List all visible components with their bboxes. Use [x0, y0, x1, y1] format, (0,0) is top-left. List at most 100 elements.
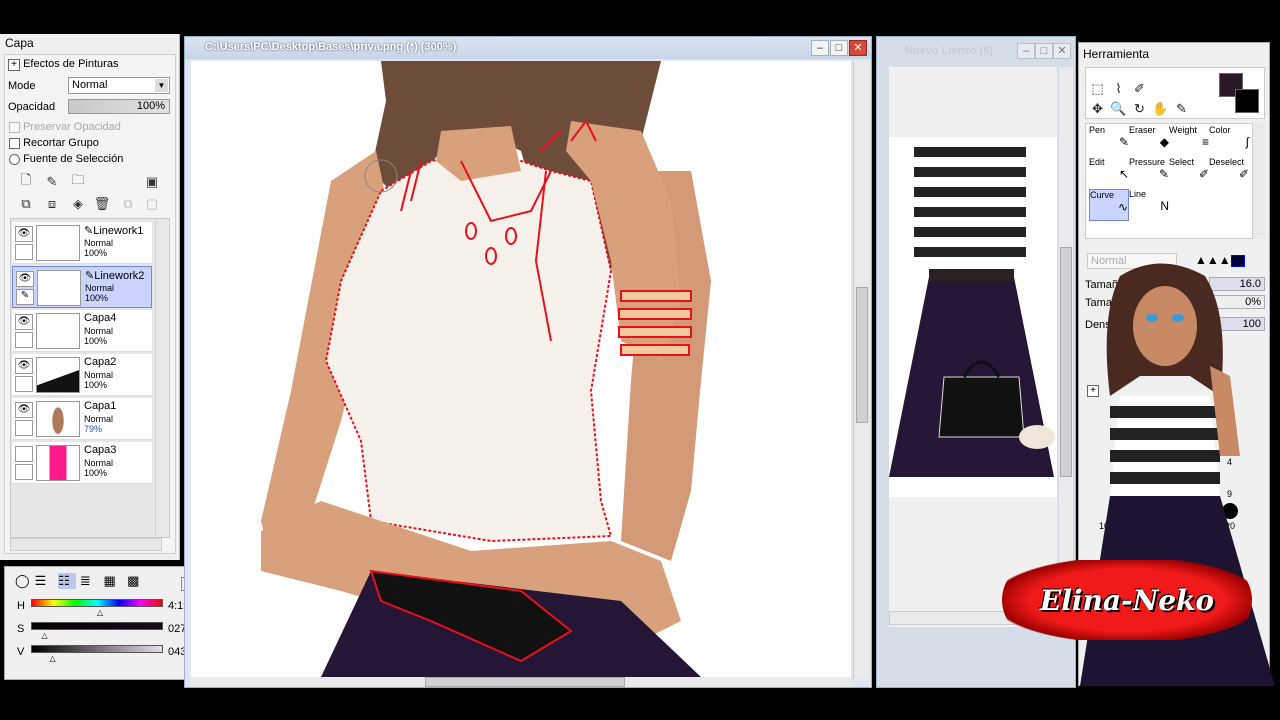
reference-image: [889, 137, 1057, 497]
value-slider[interactable]: [31, 645, 163, 653]
brush-select[interactable]: Select ✐: [1169, 157, 1209, 189]
brush-weight[interactable]: Weight ≡: [1169, 125, 1209, 157]
canvas-window: C:\Users\PC\Desktop\Bases\priya.png (*) …: [184, 36, 872, 688]
layer-item-selected[interactable]: 👁 ✎ ✎Linework2 Normal 100%: [12, 266, 152, 308]
merge-down-icon[interactable]: ⧈: [44, 196, 60, 212]
lock-toggle[interactable]: [15, 376, 33, 392]
layer-thumbnail: [37, 270, 81, 306]
eye-icon[interactable]: 👁: [15, 226, 33, 242]
maximize-button[interactable]: □: [830, 40, 848, 56]
layer-mode: Normal: [84, 370, 114, 380]
lasso-icon[interactable]: ⌇: [1108, 79, 1129, 99]
eye-icon[interactable]: 👁: [15, 358, 33, 374]
h-label: H: [17, 600, 25, 612]
layer-thumbnail: [36, 445, 80, 481]
eye-icon[interactable]: 👁: [16, 271, 34, 287]
brush-pressure[interactable]: Pressure ✎: [1129, 157, 1169, 189]
clip-group-checkbox[interactable]: Recortar Grupo: [9, 137, 99, 149]
delete-layer-icon[interactable]: 🗑: [94, 196, 111, 212]
move-icon[interactable]: ✥: [1087, 99, 1108, 119]
layer-list-scrollbar[interactable]: [155, 220, 169, 536]
layer-item[interactable]: 👁 ✎Linework1 Normal 100%: [12, 222, 152, 264]
eye-icon[interactable]: 👁: [15, 314, 33, 330]
saturation-slider[interactable]: [31, 622, 163, 630]
brush-curve[interactable]: Curve ∿: [1089, 189, 1129, 221]
color-wheel-icon[interactable]: ◯: [15, 573, 31, 589]
brush-pen[interactable]: Pen ✎: [1089, 125, 1129, 157]
eye-icon[interactable]: [15, 446, 33, 462]
value-marker[interactable]: △: [49, 654, 55, 663]
saturation-marker[interactable]: △: [42, 631, 48, 640]
rect-select-icon[interactable]: ⬚: [1087, 79, 1108, 99]
zoom-icon[interactable]: 🔍: [1108, 99, 1129, 119]
clear-layer-icon[interactable]: ◈: [70, 196, 86, 212]
tool-grid: ⬚ ⌇ ✐ ✥ 🔍 ↻ ✋ ✎: [1087, 73, 1207, 119]
canvas-vscroll[interactable]: [853, 61, 869, 679]
layer-name: Capa1: [84, 400, 117, 412]
scratchpad-icon[interactable]: ▩: [127, 573, 147, 589]
preserve-opacity-label: Preservar Opacidad: [23, 121, 121, 133]
new-layer-icon[interactable]: 🗋: [18, 172, 34, 190]
shoe: [1019, 425, 1055, 449]
layer-item[interactable]: 👁 Capa4 Normal 100%: [12, 310, 152, 352]
layer-thumbnail: [36, 357, 80, 393]
mask-apply-icon: ⧉: [123, 196, 133, 211]
lock-toggle[interactable]: [15, 420, 33, 436]
layer-item[interactable]: 👁 Capa1 Normal 79%: [12, 398, 152, 440]
lock-toggle[interactable]: [15, 332, 33, 348]
effects-expander[interactable]: + Efectos de Pinturas: [8, 58, 118, 71]
brush-line[interactable]: Line N: [1129, 189, 1169, 221]
new-folder-icon[interactable]: 🗀: [70, 172, 86, 190]
opacity-label: Opacidad: [8, 101, 56, 113]
bracelet: [620, 344, 690, 356]
rgb-sliders-icon[interactable]: ≣: [80, 573, 100, 589]
canvas-hscroll[interactable]: [191, 677, 851, 687]
layer-list-hscroll[interactable]: [10, 538, 162, 551]
swatches-icon[interactable]: ▦: [104, 573, 124, 589]
layer-name: Capa3: [84, 444, 117, 456]
bracelet: [618, 308, 692, 320]
new-linework-layer-icon[interactable]: ✎: [44, 174, 60, 190]
reference-vscroll[interactable]: [1059, 67, 1073, 627]
brush-icon[interactable]: ✎: [16, 289, 34, 305]
hsv-sliders-icon[interactable]: ☷: [58, 573, 77, 589]
hue-slider[interactable]: [31, 599, 163, 607]
preserve-opacity-checkbox[interactable]: Preservar Opacidad: [9, 121, 121, 133]
layer-item[interactable]: 👁 Capa2 Normal 100%: [12, 354, 152, 396]
tool-panel-vscroll[interactable]: [1253, 123, 1265, 239]
lock-toggle[interactable]: [15, 464, 33, 480]
color-panel: ◯ ☰ ☷ ≣ ▦ ▩ ▼ H 4:199 S 027 V 043 △ △ △: [4, 566, 204, 680]
lock-toggle[interactable]: [15, 244, 33, 260]
hand-icon[interactable]: ✋: [1150, 99, 1171, 119]
minimize-button[interactable]: –: [1017, 43, 1035, 59]
layer-mode: Normal: [84, 458, 114, 468]
close-button[interactable]: ✕: [1053, 43, 1071, 59]
opacity-slider[interactable]: 100%: [68, 99, 170, 114]
selection-source-radio[interactable]: Fuente de Selección: [9, 153, 123, 165]
maximize-button[interactable]: □: [1035, 43, 1053, 59]
brush-deselect[interactable]: Deselect ✐: [1209, 157, 1249, 189]
layer-mode: Normal: [84, 414, 114, 424]
eyedropper-icon[interactable]: ✎: [1171, 99, 1192, 119]
striped-top: [914, 142, 1026, 267]
canvas-title: C:\Users\PC\Desktop\Bases\priya.png (*) …: [205, 41, 457, 53]
magic-wand-icon[interactable]: ✐: [1129, 79, 1150, 99]
hue-marker[interactable]: △: [97, 608, 103, 617]
close-button[interactable]: ✕: [849, 40, 867, 56]
secondary-color-swatch[interactable]: [1235, 89, 1259, 113]
layer-thumbnail: [36, 401, 80, 437]
brush-edit[interactable]: Edit ↖: [1089, 157, 1129, 189]
layer-name: Capa4: [84, 312, 117, 324]
mode-select[interactable]: Normal ▼: [68, 77, 170, 94]
brush-color[interactable]: Color ∫: [1209, 125, 1249, 157]
minimize-button[interactable]: –: [811, 40, 829, 56]
transfer-down-icon[interactable]: ⧉: [18, 196, 34, 212]
eye-icon[interactable]: 👁: [15, 402, 33, 418]
drawing-canvas[interactable]: [191, 61, 851, 677]
rotate-icon[interactable]: ↻: [1129, 99, 1150, 119]
layer-mask-icon[interactable]: ▣: [144, 174, 160, 190]
s-label: S: [17, 623, 25, 635]
color-sliders-icon[interactable]: ☰: [35, 573, 55, 589]
brush-eraser[interactable]: Eraser ◆: [1129, 125, 1169, 157]
layer-item[interactable]: Capa3 Normal 100%: [12, 442, 152, 484]
